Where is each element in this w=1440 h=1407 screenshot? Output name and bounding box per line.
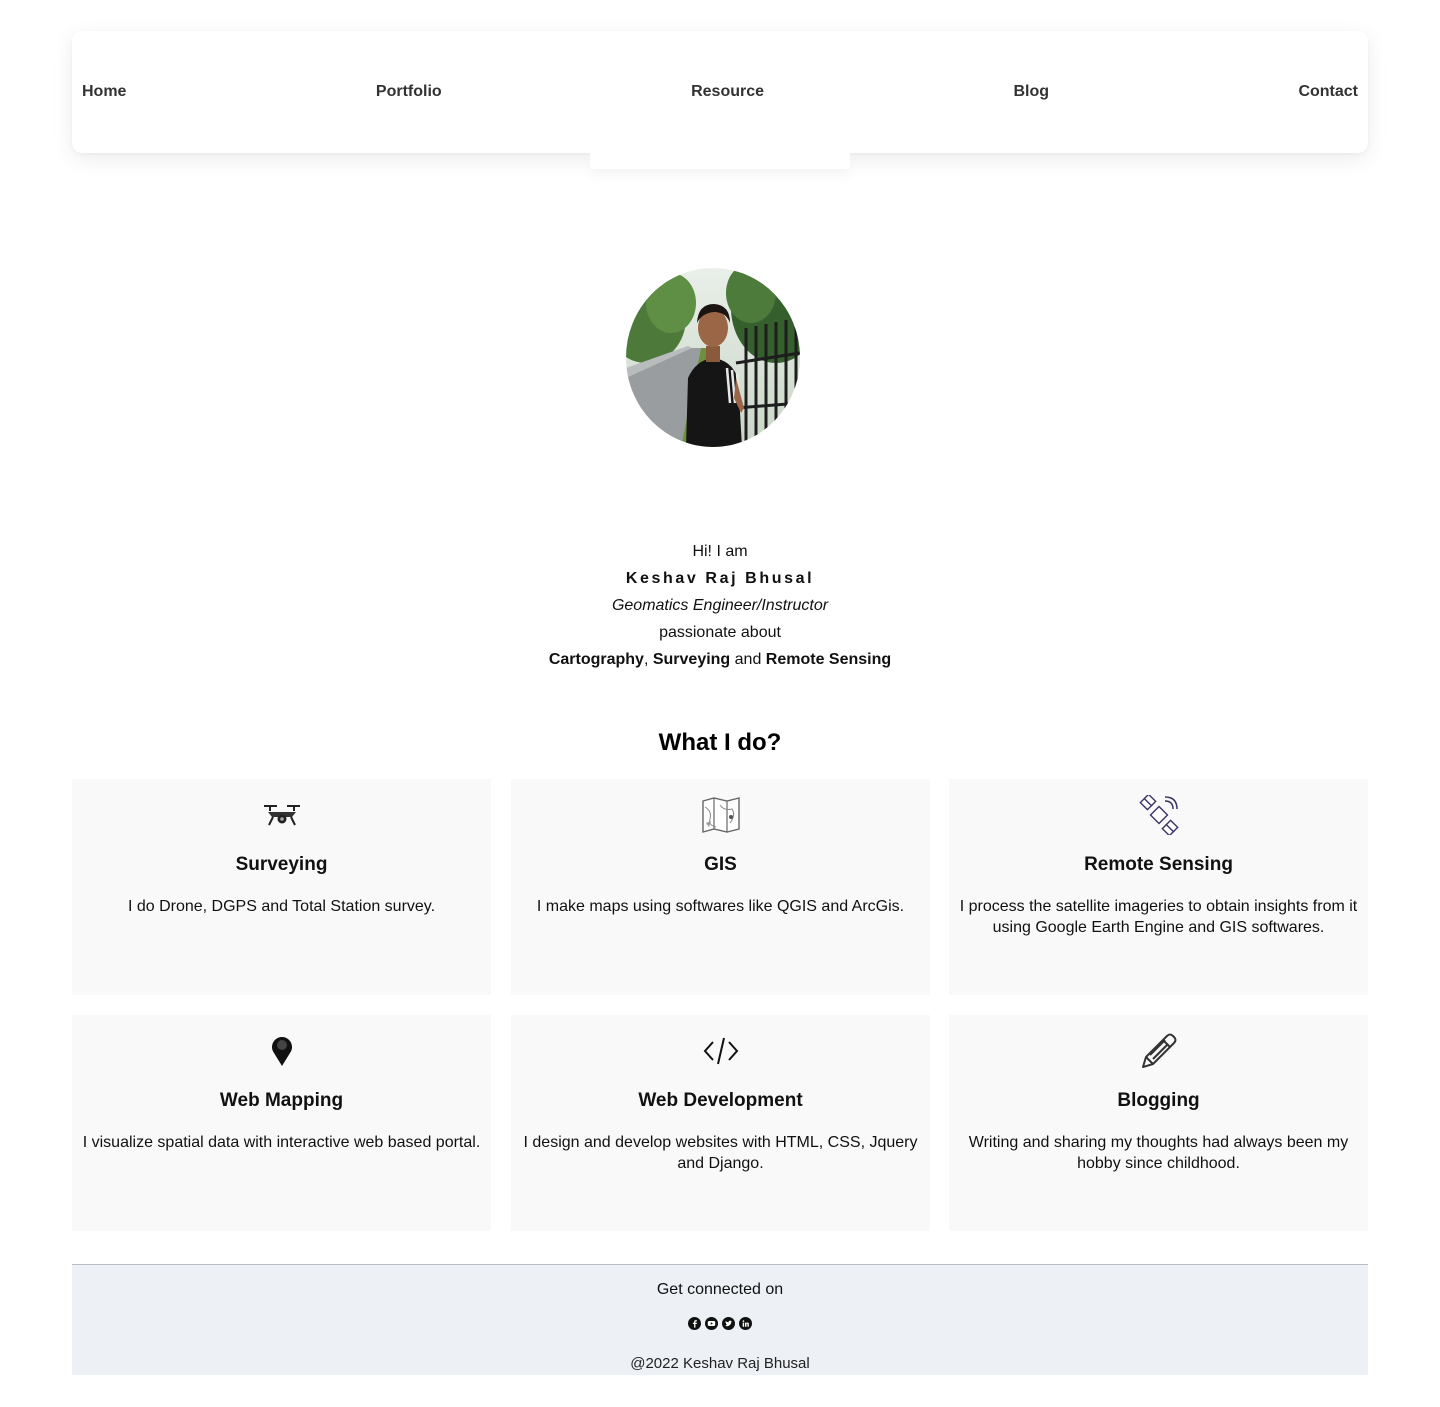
interest-cartography: Cartography <box>548 651 644 668</box>
person-role: Geomatics Engineer/Instructor <box>611 597 829 614</box>
service-description: I visualize spatial data with interactiv… <box>82 1134 481 1151</box>
service-card-remote-sensing: Remote Sensing I process the satellite i… <box>949 779 1368 995</box>
twitter-icon[interactable] <box>722 1317 735 1335</box>
service-title: Web Mapping <box>219 1090 344 1111</box>
service-card-blogging: Blogging Writing and sharing my thoughts… <box>949 1015 1368 1231</box>
interest-separator: and <box>730 651 766 668</box>
service-description: Writing and sharing my thoughts had alwa… <box>968 1134 1349 1172</box>
linkedin-icon[interactable] <box>739 1317 752 1335</box>
nav-divider <box>590 153 850 169</box>
profile-photo <box>626 268 800 447</box>
service-description: I make maps using softwares like QGIS an… <box>536 898 905 915</box>
service-description: I do Drone, DGPS and Total Station surve… <box>127 898 436 915</box>
nav-contact[interactable]: Contact <box>1298 83 1358 101</box>
service-title: Surveying <box>235 854 328 875</box>
service-title: GIS <box>704 854 737 875</box>
greeting-text: Hi! I am <box>692 543 748 560</box>
service-title: Blogging <box>1117 1090 1200 1111</box>
top-navigation: Home Portfolio Resource Blog Contact <box>72 31 1368 153</box>
service-card-surveying: Surveying I do Drone, DGPS and Total Sta… <box>72 779 491 995</box>
service-description: I design and develop websites with HTML,… <box>523 1134 918 1172</box>
pencil-icon <box>959 1031 1358 1071</box>
service-title: Remote Sensing <box>1084 854 1233 875</box>
map-pin-icon <box>82 1031 481 1071</box>
social-links <box>72 1317 1368 1335</box>
intro-section: Hi! I am Keshav Raj Bhusal Geomatics Eng… <box>0 538 1440 673</box>
copyright-text: @2022 Keshav Raj Bhusal <box>630 1355 810 1372</box>
nav-blog[interactable]: Blog <box>1013 83 1049 101</box>
service-description: I process the satellite imageries to obt… <box>959 898 1358 936</box>
drone-icon <box>82 795 481 835</box>
section-title: What I do? <box>658 729 782 756</box>
code-icon <box>521 1031 920 1071</box>
nav-home[interactable]: Home <box>82 83 126 101</box>
satellite-icon <box>959 795 1358 835</box>
footer: Get connected on @2022 Keshav Raj Bhusal <box>72 1264 1368 1375</box>
interest-remote-sensing: Remote Sensing <box>765 651 892 668</box>
interests-line: Cartography, Surveying and Remote Sensin… <box>0 646 1440 673</box>
service-title: Web Development <box>638 1090 803 1111</box>
nav-resource[interactable]: Resource <box>691 83 764 101</box>
interest-separator: , <box>643 651 653 668</box>
passion-text: passionate about <box>659 624 781 641</box>
service-card-gis: GIS I make maps using softwares like QGI… <box>511 779 930 995</box>
facebook-icon[interactable] <box>688 1317 701 1335</box>
service-card-web-development: Web Development I design and develop web… <box>511 1015 930 1231</box>
nav-portfolio[interactable]: Portfolio <box>376 83 442 101</box>
interest-surveying: Surveying <box>652 651 731 668</box>
map-icon <box>521 795 920 835</box>
person-name: Keshav Raj Bhusal <box>625 570 815 587</box>
connect-label: Get connected on <box>656 1281 784 1298</box>
service-card-web-mapping: Web Mapping I visualize spatial data wit… <box>72 1015 491 1231</box>
youtube-icon[interactable] <box>705 1317 718 1335</box>
